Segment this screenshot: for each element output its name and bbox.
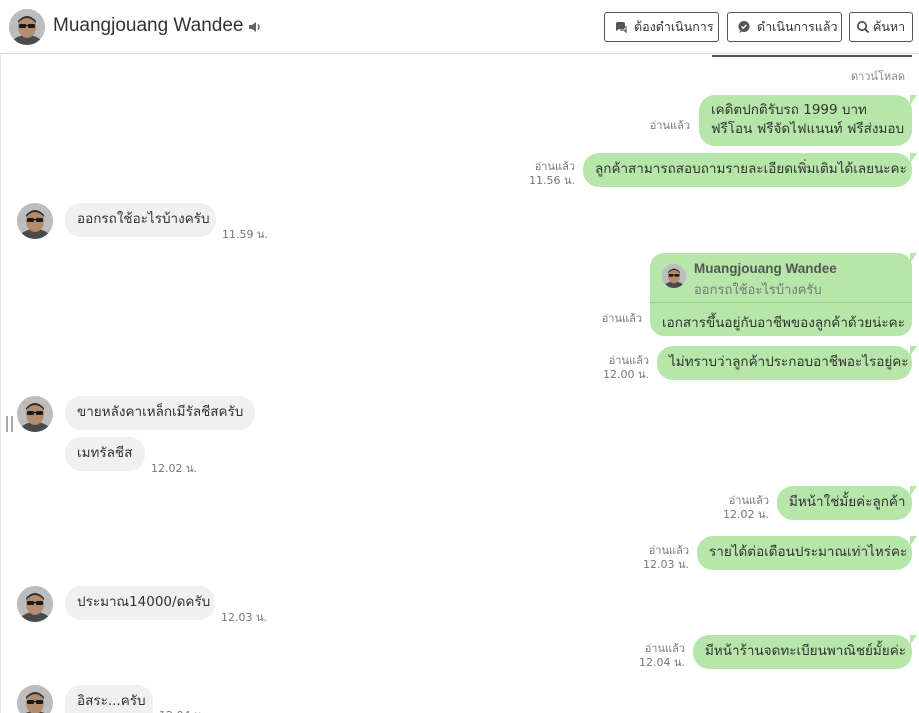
contact-avatar[interactable]: [17, 203, 53, 239]
download-link[interactable]: ดาวน์โหลด: [820, 67, 905, 85]
message-time: 11.59 น.: [222, 228, 269, 241]
message-meta: อ่านแล้ว 12.02 น.: [712, 494, 769, 522]
message-text: เมทรัลชีส: [77, 445, 133, 461]
message-outgoing[interactable]: มีหน้าร้านจดทะเบียนพาณิชย์มั้ยค่ะ: [693, 635, 917, 669]
message-meta: อ่านแล้ว 12.00 น.: [595, 354, 649, 382]
read-status: อ่านแล้ว: [728, 494, 769, 507]
reply-quote-block[interactable]: Muangjouang Wandee ออกรถใช้อะไรบ้างครับ: [650, 253, 912, 303]
read-status: อ่านแล้ว: [601, 312, 642, 325]
message-meta: อ่านแล้ว 11.56 น.: [520, 160, 575, 188]
contact-avatar[interactable]: [17, 396, 53, 432]
message-text: เอกสารขึ้นอยู่กับอาชีพของลูกค้าด้วยน่ะคะ: [662, 315, 905, 331]
message-text: ออกรถใช้อะไรบ้างครับ: [77, 211, 210, 227]
chat-header: Muangjouang Wandee ต้องดำเนินการ ดำเนินก…: [0, 0, 919, 54]
search-icon: [857, 21, 870, 34]
message-text: ขายหลังคาเหล็กเมีรัลชีสครับ: [77, 404, 244, 420]
message-outgoing[interactable]: เคดิตปกติรับรถ 1999 บาท ฟรีโอน ฟรีจัดไฟแ…: [699, 95, 917, 146]
done-button-label: ดำเนินการแล้ว: [757, 19, 838, 34]
search-button[interactable]: ค้นหา: [849, 12, 913, 42]
speaker-icon[interactable]: [247, 19, 263, 35]
message-incoming[interactable]: เมทรัลชีส: [65, 437, 145, 471]
drag-handle[interactable]: [6, 416, 13, 432]
contact-avatar[interactable]: [17, 586, 53, 622]
message-incoming[interactable]: ขายหลังคาเหล็กเมีรัลชีสครับ: [65, 396, 255, 430]
read-status: อ่านแล้ว: [648, 544, 689, 557]
message-meta: อ่านแล้ว 12.03 น.: [632, 544, 689, 572]
chat-check-icon: [738, 21, 750, 33]
message-time: 12.03 น.: [642, 558, 689, 571]
message-time: 12.02 น.: [151, 462, 198, 475]
message-time: 12.04 น.: [638, 656, 685, 669]
quoted-avatar: [662, 264, 686, 288]
chat-bubbles-icon: [616, 22, 627, 34]
contact-avatar[interactable]: [9, 9, 45, 45]
quoted-sender: Muangjouang Wandee: [694, 261, 837, 276]
done-button[interactable]: ดำเนินการแล้ว: [727, 12, 842, 42]
message-incoming[interactable]: ประมาณ14000/ดครับ: [65, 586, 215, 620]
message-time: 12.02 น.: [722, 508, 769, 521]
message-incoming[interactable]: ออกรถใช้อะไรบ้างครับ: [65, 203, 216, 237]
message-text: อิสระ...ครับ: [77, 693, 146, 709]
message-text: ไม่ทราบว่าลูกค้าประกอบอาชีพอะไรอยู่คะ: [669, 354, 909, 370]
message-text: เคดิตปกติรับรถ 1999 บาท: [711, 102, 867, 118]
message-text: มีหน้าร้านจดทะเบียนพาณิชย์มั้ยค่ะ: [705, 643, 906, 659]
todo-button-label: ต้องดำเนินการ: [634, 19, 714, 34]
contact-avatar[interactable]: [17, 685, 53, 713]
message-time: 12.04 น.: [159, 706, 205, 713]
message-outgoing-reply[interactable]: Muangjouang Wandee ออกรถใช้อะไรบ้างครับ …: [650, 253, 917, 336]
message-outgoing[interactable]: รายได้ต่อเดือนประมาณเท่าไหร่คะ: [697, 536, 917, 570]
read-status: อ่านแล้ว: [534, 160, 575, 173]
message-outgoing[interactable]: มีหน้าใช่มั้ยค่ะลูกค้า: [777, 486, 917, 520]
message-outgoing[interactable]: ไม่ทราบว่าลูกค้าประกอบอาชีพอะไรอยู่คะ: [657, 346, 917, 380]
message-text: รายได้ต่อเดือนประมาณเท่าไหร่คะ: [709, 544, 908, 560]
message-text: ลูกค้าสามารถสอบถามรายละเอียดเพิ่มเติมได้…: [595, 161, 907, 177]
message-time: 11.56 น.: [528, 174, 575, 187]
message-text: ประมาณ14000/ดครับ: [77, 594, 211, 610]
read-status: อ่านแล้ว: [649, 119, 690, 132]
todo-button[interactable]: ต้องดำเนินการ: [604, 12, 719, 42]
read-status: อ่านแล้ว: [644, 642, 685, 655]
previous-image-edge[interactable]: [712, 55, 912, 57]
message-text: มีหน้าใช่มั้ยค่ะลูกค้า: [789, 494, 906, 510]
message-outgoing[interactable]: ลูกค้าสามารถสอบถามรายละเอียดเพิ่มเติมได้…: [583, 153, 917, 187]
message-incoming[interactable]: อิสระ...ครับ: [65, 685, 153, 713]
message-text: ฟรีโอน ฟรีจัดไฟแนนท์ ฟรีส่งมอบ: [711, 121, 905, 137]
read-status: อ่านแล้ว: [608, 354, 649, 367]
message-meta: อ่านแล้ว 12.04 น.: [628, 642, 685, 670]
message-time: 12.00 น.: [602, 368, 649, 381]
message-time: 12.03 น.: [221, 611, 268, 624]
quoted-text: ออกรถใช้อะไรบ้างครับ: [694, 283, 822, 298]
contact-name: Muangjouang Wandee: [53, 15, 244, 36]
search-button-label: ค้นหา: [873, 19, 906, 34]
